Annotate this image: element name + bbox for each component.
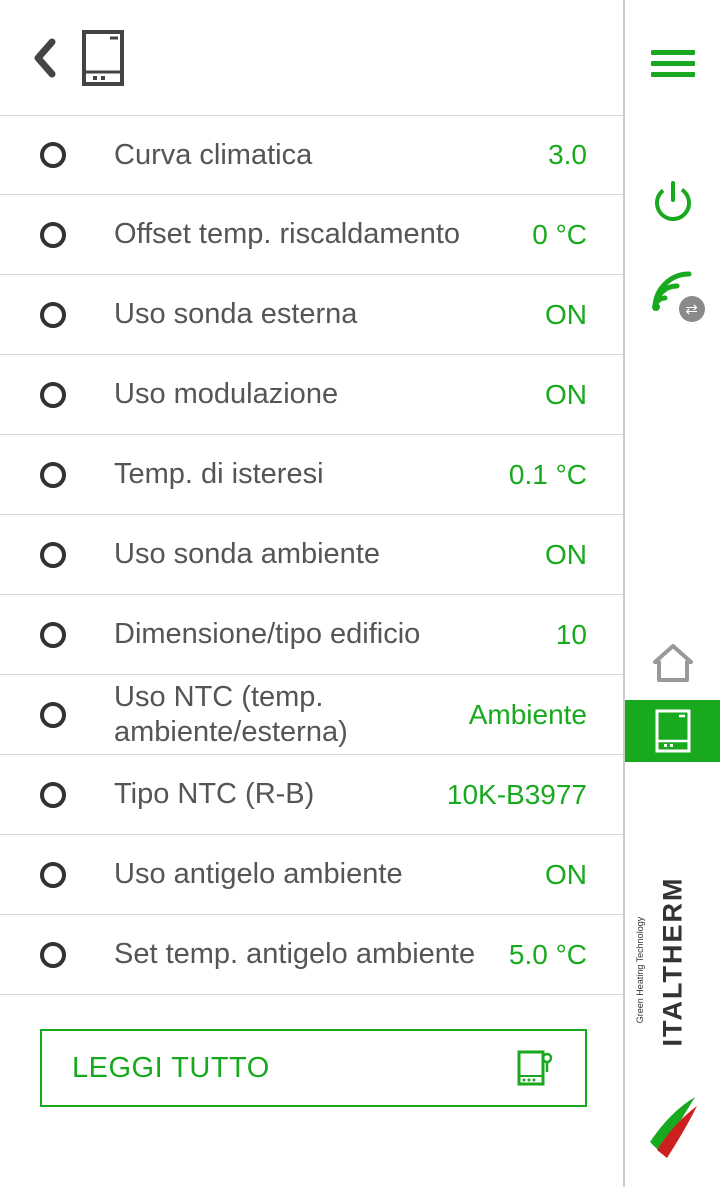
setting-value: 0.1 °C bbox=[509, 459, 587, 491]
brand-swoosh-icon bbox=[645, 1092, 700, 1162]
setting-label: Offset temp. riscaldamento bbox=[114, 217, 532, 252]
setting-label: Uso modulazione bbox=[114, 377, 545, 412]
list-item[interactable]: Curva climatica 3.0 bbox=[0, 115, 623, 195]
setting-value: 10K-B3977 bbox=[447, 779, 587, 811]
home-button[interactable] bbox=[651, 640, 695, 684]
setting-value: 3.0 bbox=[548, 139, 587, 171]
list-item[interactable]: Set temp. antigelo ambiente 5.0 °C bbox=[0, 915, 623, 995]
radio-icon bbox=[40, 302, 66, 328]
read-all-button[interactable]: LEGGI TUTTO bbox=[40, 1029, 587, 1107]
setting-label: Curva climatica bbox=[114, 138, 548, 173]
setting-label: Temp. di isteresi bbox=[114, 457, 509, 492]
header bbox=[0, 0, 623, 115]
setting-label: Set temp. antigelo ambiente bbox=[114, 937, 509, 972]
boiler-icon bbox=[655, 709, 691, 753]
radio-icon bbox=[40, 382, 66, 408]
settings-list: Curva climatica 3.0 Offset temp. riscald… bbox=[0, 115, 623, 995]
menu-button[interactable] bbox=[651, 50, 695, 80]
brand-tagline: Green Heating Technology bbox=[635, 917, 645, 1023]
setting-value: ON bbox=[545, 539, 587, 571]
setting-value: ON bbox=[545, 379, 587, 411]
setting-label: Uso sonda esterna bbox=[114, 297, 545, 332]
setting-value: ON bbox=[545, 859, 587, 891]
setting-label: Tipo NTC (R-B) bbox=[114, 777, 447, 812]
side-panel: ⇄ Green Heating Technology ITALTHERM bbox=[625, 0, 720, 1187]
brand-name: ITALTHERM bbox=[657, 877, 688, 1047]
sync-badge-icon: ⇄ bbox=[679, 296, 705, 322]
device-tab-active[interactable] bbox=[625, 700, 720, 762]
power-button[interactable] bbox=[652, 180, 694, 222]
chevron-left-icon bbox=[30, 38, 60, 78]
hamburger-icon bbox=[651, 50, 695, 55]
boiler-icon bbox=[82, 30, 124, 86]
setting-label: Uso antigelo ambiente bbox=[114, 857, 545, 892]
wifi-button[interactable]: ⇄ bbox=[645, 262, 701, 318]
list-item[interactable]: Uso modulazione ON bbox=[0, 355, 623, 435]
home-icon bbox=[651, 640, 695, 684]
radio-icon bbox=[40, 542, 66, 568]
setting-value: 10 bbox=[556, 619, 587, 651]
radio-icon bbox=[40, 462, 66, 488]
power-icon bbox=[652, 180, 694, 222]
list-item[interactable]: Offset temp. riscaldamento 0 °C bbox=[0, 195, 623, 275]
read-device-icon bbox=[515, 1048, 555, 1088]
radio-icon bbox=[40, 942, 66, 968]
main-panel: Curva climatica 3.0 Offset temp. riscald… bbox=[0, 0, 625, 1187]
button-bar: LEGGI TUTTO bbox=[0, 995, 623, 1107]
setting-value: ON bbox=[545, 299, 587, 331]
radio-icon bbox=[40, 222, 66, 248]
radio-icon bbox=[40, 142, 66, 168]
setting-label: Uso NTC (temp. ambiente/esterna) bbox=[114, 680, 469, 750]
list-item[interactable]: Uso sonda esterna ON bbox=[0, 275, 623, 355]
setting-label: Uso sonda ambiente bbox=[114, 537, 545, 572]
list-item[interactable]: Uso antigelo ambiente ON bbox=[0, 835, 623, 915]
list-item[interactable]: Temp. di isteresi 0.1 °C bbox=[0, 435, 623, 515]
setting-label: Dimensione/tipo edificio bbox=[114, 617, 556, 652]
list-item[interactable]: Tipo NTC (R-B) 10K-B3977 bbox=[0, 755, 623, 835]
list-item[interactable]: Uso sonda ambiente ON bbox=[0, 515, 623, 595]
list-item[interactable]: Dimensione/tipo edificio 10 bbox=[0, 595, 623, 675]
back-button[interactable] bbox=[30, 38, 60, 78]
read-all-label: LEGGI TUTTO bbox=[72, 1052, 270, 1085]
setting-value: 0 °C bbox=[532, 219, 587, 251]
radio-icon bbox=[40, 862, 66, 888]
radio-icon bbox=[40, 622, 66, 648]
list-item[interactable]: Uso NTC (temp. ambiente/esterna) Ambient… bbox=[0, 675, 623, 755]
setting-value: 5.0 °C bbox=[509, 939, 587, 971]
radio-icon bbox=[40, 702, 66, 728]
radio-icon bbox=[40, 782, 66, 808]
setting-value: Ambiente bbox=[469, 699, 587, 731]
